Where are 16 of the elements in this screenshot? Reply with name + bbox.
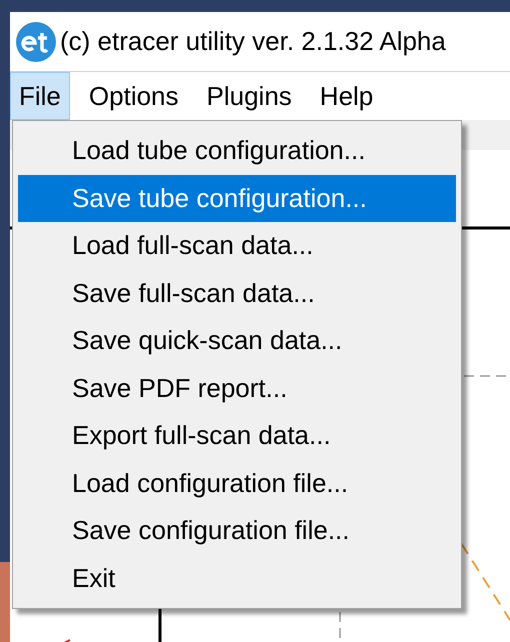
menu-item[interactable]: Help xyxy=(310,72,382,120)
menu-option[interactable]: Load full-scan data... xyxy=(18,222,456,270)
menu-item[interactable]: Plugins xyxy=(198,72,301,120)
menu-option[interactable]: Load configuration file... xyxy=(18,460,456,507)
menu-option[interactable]: Export full-scan data... xyxy=(18,412,456,460)
menu-option[interactable]: Exit xyxy=(18,554,456,602)
menu-option[interactable]: Save PDF report... xyxy=(18,364,456,412)
menu-option[interactable]: Save configuration file... xyxy=(18,507,456,554)
menu-option[interactable]: Save full-scan data... xyxy=(18,270,456,317)
menu-option[interactable]: Save tube configuration... xyxy=(18,174,456,222)
window-title: (c) etracer utility ver. 2.1.32 Alpha xyxy=(60,25,446,58)
menu-item[interactable]: File xyxy=(10,72,70,120)
app-logo-icon xyxy=(16,22,56,62)
menu-item[interactable]: Options xyxy=(80,72,188,120)
menu-option[interactable]: Save quick-scan data... xyxy=(18,317,456,364)
menu-option[interactable]: Load tube configuration... xyxy=(18,127,456,174)
